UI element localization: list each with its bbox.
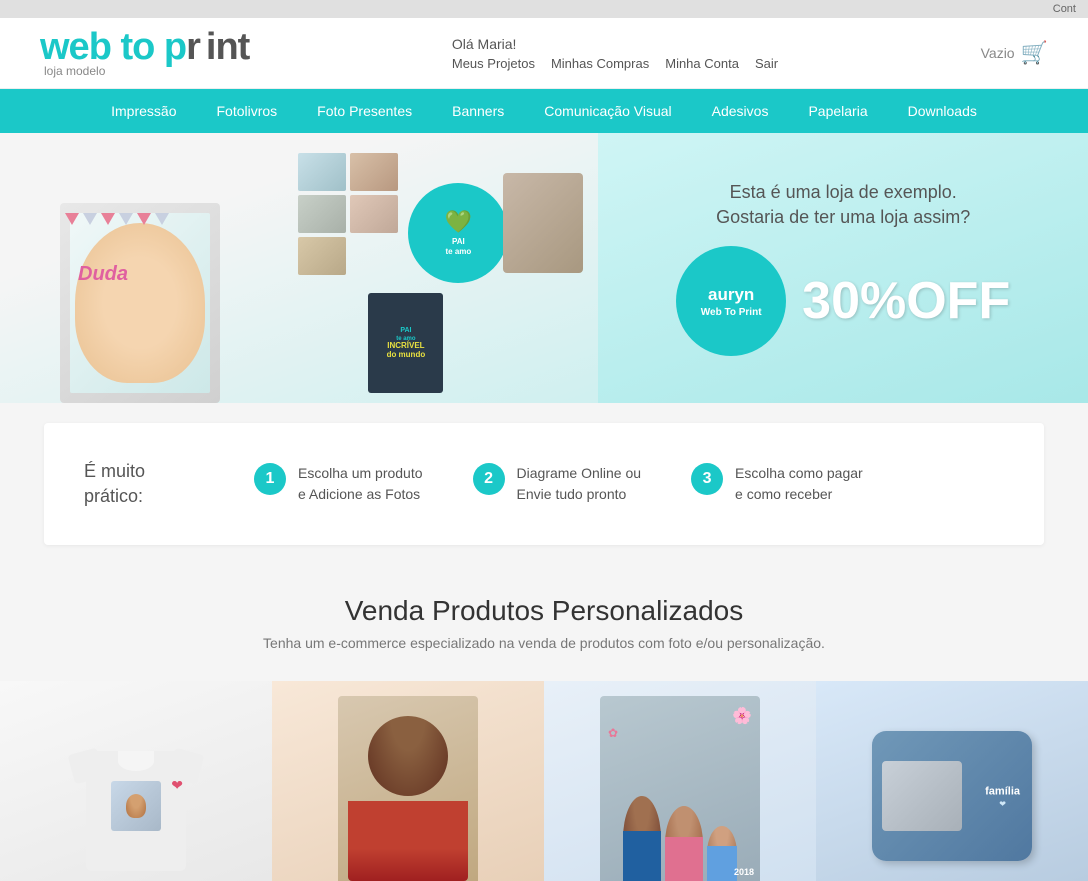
nav-downloads[interactable]: Downloads <box>888 89 997 133</box>
logo-subtitle: loja modelo <box>44 64 105 78</box>
dad-photo <box>503 173 583 273</box>
banner-tagline: Esta é uma loja de exemplo. Gostaria de … <box>716 180 970 230</box>
product-card-group[interactable]: 🌸 ✿ 2018 <box>544 681 816 881</box>
product-card-tshirt[interactable]: ❤ <box>0 681 272 881</box>
heart-sticker: 💚 PAIte amo <box>408 183 508 283</box>
step-2-text: Diagrame Online ou Envie tudo pronto <box>517 463 642 505</box>
meus-projetos-link[interactable]: Meus Projetos <box>452 56 535 71</box>
top-bar: Cont <box>0 0 1088 18</box>
step-3-number: 3 <box>691 463 723 495</box>
thumb-2 <box>350 153 398 191</box>
banner-right: Esta é uma loja de exemplo. Gostaria de … <box>598 133 1088 403</box>
baby-photo <box>75 223 205 383</box>
banner-promo: auryn Web To Print 30%OFF <box>676 246 1010 356</box>
promo-badge: auryn Web To Print <box>676 246 786 356</box>
promo-sub: Web To Print <box>701 306 762 319</box>
step-2-number: 2 <box>473 463 505 495</box>
header-nav: Olá Maria! Meus Projetos Minhas Compras … <box>452 36 778 71</box>
nav-impressao[interactable]: Impressão <box>91 89 196 133</box>
tagline-line2: Gostaria de ter uma loja assim? <box>716 205 970 230</box>
nav-foto-presentes[interactable]: Foto Presentes <box>297 89 432 133</box>
minha-conta-link[interactable]: Minha Conta <box>665 56 739 71</box>
top-bar-label: Cont <box>1053 3 1076 15</box>
steps-section: É muitoprático: 1 Escolha um produto e A… <box>44 423 1044 545</box>
promo-brand: auryn <box>708 284 754 306</box>
step-2: 2 Diagrame Online ou Envie tudo pronto <box>473 463 642 505</box>
banner-content: Duda PAI <box>0 133 1088 403</box>
thumb-3 <box>298 195 346 233</box>
venda-section: Venda Produtos Personalizados Tenha um e… <box>0 565 1088 681</box>
notebook-item: PAI te amo INCRÍVELdo mundo <box>368 293 443 393</box>
nav-papelaria[interactable]: Papelaria <box>788 89 887 133</box>
thumb-4 <box>350 195 398 233</box>
step-3-text: Escolha como pagar e como receber <box>735 463 863 505</box>
header-links: Meus Projetos Minhas Compras Minha Conta… <box>452 56 778 71</box>
sair-link[interactable]: Sair <box>755 56 778 71</box>
promo-percent: 30%OFF <box>802 271 1010 331</box>
main-nav: Impressão Fotolivros Foto Presentes Bann… <box>0 89 1088 133</box>
logo[interactable]: web to print <box>40 28 249 66</box>
thumb-1 <box>298 153 346 191</box>
steps-label: É muitoprático: <box>84 459 214 509</box>
nav-comunicacao-visual[interactable]: Comunicação Visual <box>524 89 691 133</box>
minhas-compras-link[interactable]: Minhas Compras <box>551 56 649 71</box>
product-grid: ❤ <box>0 681 1088 881</box>
header-greeting: Olá Maria! <box>452 36 517 52</box>
logo-area: web to print loja modelo <box>40 28 249 78</box>
cart-icon[interactable]: 🛒 <box>1021 40 1048 66</box>
product-card-pillow[interactable]: família ❤ <box>816 681 1088 881</box>
steps-list: 1 Escolha um produto e Adicione as Fotos… <box>254 463 1004 505</box>
venda-title: Venda Produtos Personalizados <box>20 595 1068 627</box>
step-3: 3 Escolha como pagar e como receber <box>691 463 863 505</box>
product-card-portrait[interactable] <box>272 681 544 881</box>
step-1-text: Escolha um produto e Adicione as Fotos <box>298 463 423 505</box>
hero-banner: Duda PAI <box>0 133 1088 403</box>
nav-banners[interactable]: Banners <box>432 89 524 133</box>
banner-left: Duda PAI <box>0 133 598 403</box>
tagline-line1: Esta é uma loja de exemplo. <box>716 180 970 205</box>
step-1: 1 Escolha um produto e Adicione as Fotos <box>254 463 423 505</box>
step-1-number: 1 <box>254 463 286 495</box>
photo-book: Duda <box>60 203 220 403</box>
nav-adesivos[interactable]: Adesivos <box>692 89 789 133</box>
header: web to print loja modelo Olá Maria! Meus… <box>0 18 1088 89</box>
venda-subtitle: Tenha um e-commerce especializado na ven… <box>20 635 1068 651</box>
nav-fotolivros[interactable]: Fotolivros <box>196 89 297 133</box>
thumb-5 <box>298 237 346 275</box>
cart-area[interactable]: Vazio 🛒 <box>981 40 1048 66</box>
photo-grid <box>298 153 398 275</box>
cart-label: Vazio <box>981 45 1015 61</box>
